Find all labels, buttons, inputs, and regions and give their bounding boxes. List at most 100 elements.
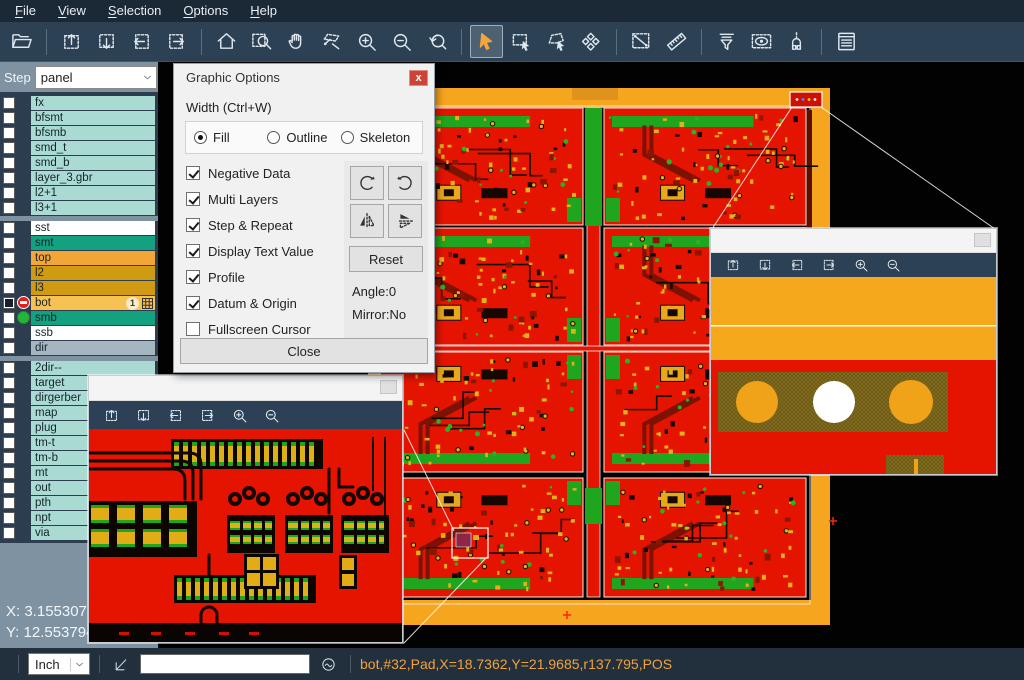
layer-name[interactable]: l2 [31, 266, 155, 280]
layer-checkbox[interactable] [3, 112, 15, 124]
pan-hand-button[interactable] [280, 25, 313, 58]
layer-row-smb[interactable]: smb [0, 311, 158, 325]
radio-dot[interactable] [267, 131, 280, 144]
layer-row-l3[interactable]: l3 [0, 281, 158, 295]
layer-indicator-empty[interactable] [16, 421, 31, 435]
pan-down-button[interactable] [90, 25, 123, 58]
layer-row-bfsmb[interactable]: bfsmb [0, 126, 158, 140]
layer-checkbox[interactable] [3, 127, 15, 139]
layer-name[interactable]: l2+1 [31, 186, 155, 200]
zoom-window-button[interactable] [245, 25, 278, 58]
layer-row-dir[interactable]: dir [0, 341, 158, 355]
snap-magnet-button[interactable] [780, 25, 813, 58]
menu-item-options[interactable]: Options [172, 0, 239, 22]
menu-item-file[interactable]: File [4, 0, 47, 22]
home-fit-button[interactable] [210, 25, 243, 58]
zoom-in-button[interactable] [350, 25, 383, 58]
layer-checkbox[interactable] [3, 527, 15, 539]
check-datum-origin[interactable]: Datum & Origin [186, 290, 341, 316]
layer-row-l2[interactable]: l2 [0, 266, 158, 280]
menu-item-help[interactable]: Help [239, 0, 288, 22]
layer-checkbox[interactable] [3, 312, 15, 324]
layer-indicator-empty[interactable] [16, 391, 31, 405]
radio-fill[interactable]: Fill [194, 130, 267, 145]
check-multi-layers[interactable]: Multi Layers [186, 186, 341, 212]
layer-indicator-empty[interactable] [16, 126, 31, 140]
window-button[interactable] [380, 380, 397, 394]
layer-indicator-empty[interactable] [16, 171, 31, 185]
layer-checkbox[interactable] [3, 142, 15, 154]
zoom-area-button[interactable] [315, 25, 348, 58]
close-icon[interactable]: x [409, 70, 428, 86]
layer-row-ssb[interactable]: ssb [0, 326, 158, 340]
select-arrow-button[interactable] [470, 25, 503, 58]
layer-name[interactable]: smd_b [31, 156, 155, 170]
radio-skeleton[interactable]: Skeleton [341, 130, 414, 145]
pan-down-button[interactable] [130, 404, 156, 426]
layer-checkbox[interactable] [3, 97, 15, 109]
layer-checkbox[interactable] [3, 297, 15, 309]
layer-name[interactable]: bfsmb [31, 126, 155, 140]
command-input[interactable] [140, 654, 310, 674]
layer-checkbox[interactable] [3, 482, 15, 494]
layer-row-bfsmt[interactable]: bfsmt [0, 111, 158, 125]
layer-name[interactable]: dir [31, 341, 155, 355]
reset-button[interactable]: Reset [349, 246, 423, 272]
unit-select[interactable]: Inch [28, 653, 90, 675]
layer-checkbox[interactable] [3, 452, 15, 464]
layer-checkbox[interactable] [3, 422, 15, 434]
layer-indicator-empty[interactable] [16, 451, 31, 465]
step-repeat-grid-icon[interactable] [142, 298, 153, 309]
check-negative-data[interactable]: Negative Data [186, 160, 341, 186]
layer-indicator-empty[interactable] [16, 361, 31, 375]
mirror-horizontal-button[interactable] [388, 204, 422, 238]
radio-dot[interactable] [194, 131, 207, 144]
select-polygon-button[interactable] [540, 25, 573, 58]
layer-checkbox[interactable] [3, 342, 15, 354]
layer-indicator-empty[interactable] [16, 526, 31, 540]
zoom-out-button[interactable] [880, 254, 906, 276]
layer-indicator-empty[interactable] [16, 251, 31, 265]
magnifier-view[interactable] [89, 429, 402, 642]
layer-name[interactable]: fx [31, 96, 155, 110]
layer-checkbox[interactable] [3, 172, 15, 184]
layer-name[interactable]: smb [31, 311, 155, 325]
layer-checkbox[interactable] [3, 187, 15, 199]
layer-indicator-empty[interactable] [16, 201, 31, 215]
zoom-out-button[interactable] [258, 404, 284, 426]
window-button[interactable] [974, 233, 991, 247]
layer-checkbox[interactable] [3, 377, 15, 389]
layer-row-layer_3.gbr[interactable]: layer_3.gbr [0, 171, 158, 185]
magnifier-window-top-right[interactable] [710, 228, 997, 475]
layer-name[interactable]: bot1 [31, 296, 155, 310]
layer-indicator-empty[interactable] [16, 496, 31, 510]
check-profile[interactable]: Profile [186, 264, 341, 290]
rotate-ccw-button[interactable] [388, 166, 422, 200]
layer-checkbox[interactable] [3, 327, 15, 339]
layer-checkbox[interactable] [3, 237, 15, 249]
layer-name[interactable]: smt [31, 236, 155, 250]
checkbox[interactable] [186, 244, 200, 258]
layer-checkbox[interactable] [3, 392, 15, 404]
magnifier-window-bottom-left[interactable] [88, 375, 403, 643]
break-apart-button[interactable] [575, 25, 608, 58]
layer-row-2dir--[interactable]: 2dir-- [0, 361, 158, 375]
layer-row-bot[interactable]: bot1 [0, 296, 158, 310]
close-button[interactable]: Close [180, 338, 428, 364]
pan-up-button[interactable] [720, 254, 746, 276]
layer-checkbox[interactable] [3, 252, 15, 264]
layer-name[interactable]: l3 [31, 281, 155, 295]
check-display-text-value[interactable]: Display Text Value [186, 238, 341, 264]
layer-indicator-empty[interactable] [16, 221, 31, 235]
layer-name[interactable]: ssb [31, 326, 155, 340]
radio-dot[interactable] [341, 131, 354, 144]
layer-indicator-empty[interactable] [16, 326, 31, 340]
filter-button[interactable] [710, 25, 743, 58]
layer-indicator-empty[interactable] [16, 111, 31, 125]
layer-indicator-empty[interactable] [16, 186, 31, 200]
layer-row-top[interactable]: top [0, 251, 158, 265]
mirror-vertical-button[interactable] [350, 204, 384, 238]
pan-right-button[interactable] [194, 404, 220, 426]
layer-checkbox[interactable] [3, 267, 15, 279]
zoom-out-button[interactable] [385, 25, 418, 58]
